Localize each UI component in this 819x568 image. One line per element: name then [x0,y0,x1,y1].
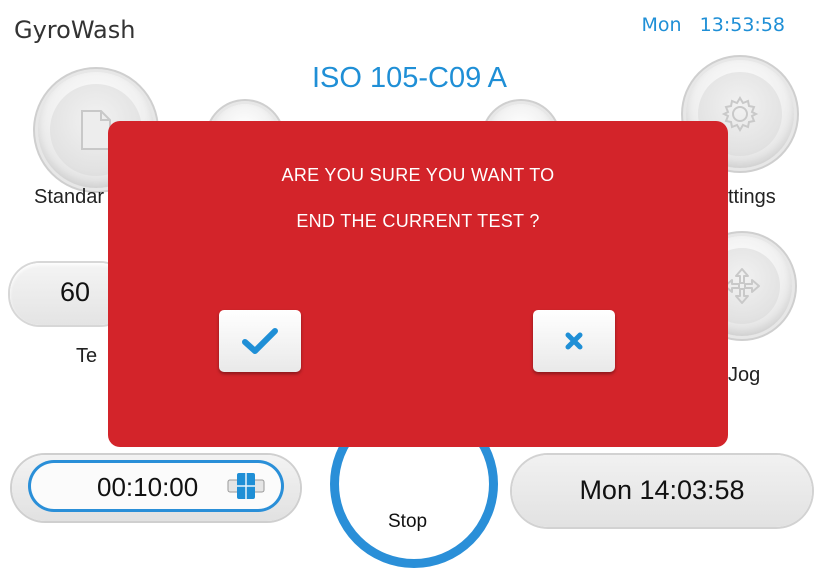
jog-label: Jog [728,364,761,386]
app-title: GyroWash [14,16,136,44]
settings-label: ttings [728,186,776,208]
standard-label: Standar [34,186,105,208]
temperature-value: 60 [60,277,91,307]
dialog-message-line2: END THE CURRENT TEST ? [296,211,540,231]
timer-field[interactable]: 00:10:00 [12,455,300,521]
confirm-button[interactable] [219,310,301,372]
temperature-label: Te [76,345,98,367]
end-test-dialog: ARE YOU SURE YOU WANT TO END THE CURRENT… [108,121,728,447]
dialog-message-line1: ARE YOU SURE YOU WANT TO [281,165,555,185]
clock-display: Mon 13:53:58 [641,14,785,36]
timer-value: 00:10:00 [97,472,199,502]
timer-grid-icon [227,473,265,499]
stop-label: Stop [388,511,428,532]
cancel-button[interactable] [533,310,615,372]
x-icon [565,332,583,350]
end-time-display: Mon 14:03:58 [512,455,812,527]
checkmark-icon [242,328,278,354]
timer-inner: 00:10:00 [31,463,281,509]
end-time-value: Mon 14:03:58 [579,475,745,505]
move-arrows-icon [724,268,760,304]
